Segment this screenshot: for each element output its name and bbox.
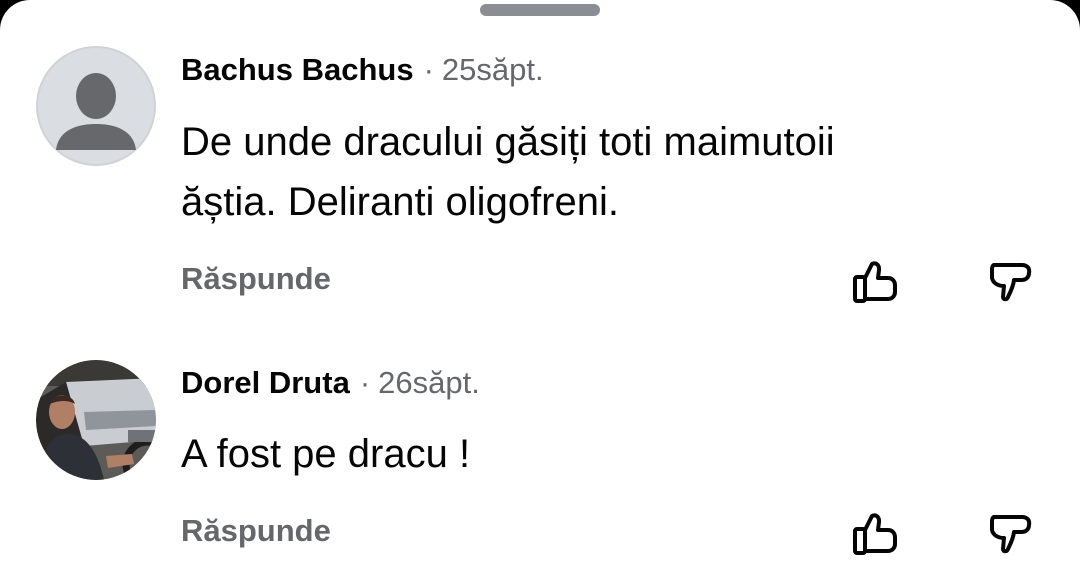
meta-separator: · bbox=[359, 365, 371, 400]
comments-sheet: Bachus Bachus · 25săpt. De unde dracului g… bbox=[0, 0, 1080, 578]
profile-photo bbox=[36, 360, 156, 480]
upvote-button[interactable] bbox=[848, 255, 902, 309]
meta-separator: · bbox=[423, 52, 434, 87]
thumbs-up-icon bbox=[853, 261, 897, 303]
sheet-drag-handle[interactable] bbox=[480, 4, 600, 16]
reply-button[interactable]: Răspunde bbox=[181, 511, 331, 551]
upvote-button[interactable] bbox=[848, 507, 902, 561]
reply-button[interactable]: Răspunde bbox=[181, 259, 331, 299]
thumbs-up-icon bbox=[853, 513, 897, 555]
thumbs-down-icon bbox=[990, 515, 1032, 554]
comment-meta: Bachus Bachus · 25săpt. bbox=[181, 50, 544, 90]
default-profile-icon bbox=[36, 46, 156, 166]
comment-text-line: ăștia. Deliranti oligofreni. bbox=[181, 180, 619, 224]
avatar[interactable] bbox=[36, 46, 156, 166]
author-name[interactable]: Bachus Bachus bbox=[181, 52, 414, 87]
downvote-button[interactable] bbox=[984, 507, 1038, 561]
comment-meta: Dorel Druta · 26săpt. bbox=[181, 363, 480, 403]
thumbs-down-icon bbox=[990, 263, 1032, 302]
avatar[interactable] bbox=[36, 360, 156, 480]
downvote-button[interactable] bbox=[984, 255, 1038, 309]
comment-text-line: De unde dracului găsiți toti maimutoii bbox=[181, 120, 835, 164]
author-name[interactable]: Dorel Druta bbox=[181, 365, 350, 400]
comment-time: 26săpt. bbox=[378, 365, 480, 400]
comment-time: 25săpt. bbox=[441, 52, 544, 87]
comment-text-line: A fost pe dracu ! bbox=[181, 432, 471, 476]
